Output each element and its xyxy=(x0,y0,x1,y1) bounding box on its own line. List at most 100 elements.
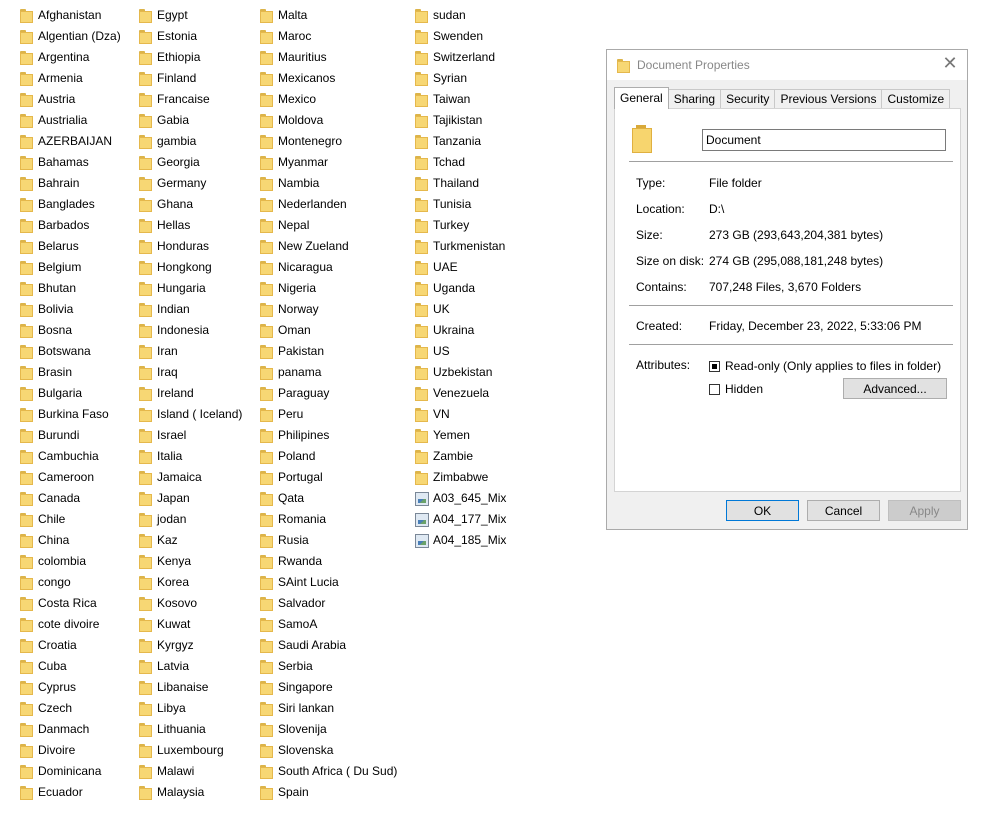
folder-item[interactable]: Korea xyxy=(139,572,242,593)
folder-item[interactable]: gambia xyxy=(139,131,242,152)
folder-item[interactable]: Mexicanos xyxy=(260,68,397,89)
folder-item[interactable]: Malaysia xyxy=(139,782,242,803)
folder-item[interactable]: Dominicana xyxy=(20,761,121,782)
folder-item[interactable]: Japan xyxy=(139,488,242,509)
folder-item[interactable]: US xyxy=(415,341,506,362)
folder-item[interactable]: Finland xyxy=(139,68,242,89)
folder-item[interactable]: Taiwan xyxy=(415,89,506,110)
folder-item[interactable]: Burkina Faso xyxy=(20,404,121,425)
folder-item[interactable]: Mauritius xyxy=(260,47,397,68)
folder-item[interactable]: Luxembourg xyxy=(139,740,242,761)
folder-item[interactable]: sudan xyxy=(415,5,506,26)
folder-item[interactable]: Algentian (Dza) xyxy=(20,26,121,47)
folder-item[interactable]: Maroc xyxy=(260,26,397,47)
folder-item[interactable]: Malawi xyxy=(139,761,242,782)
folder-item[interactable]: Bhutan xyxy=(20,278,121,299)
folder-item[interactable]: Italia xyxy=(139,446,242,467)
cancel-button[interactable]: Cancel xyxy=(807,500,880,521)
folder-item[interactable]: Gabia xyxy=(139,110,242,131)
folder-item[interactable]: Indian xyxy=(139,299,242,320)
folder-item[interactable]: Germany xyxy=(139,173,242,194)
folder-item[interactable]: Nambia xyxy=(260,173,397,194)
folder-item[interactable]: Slovenska xyxy=(260,740,397,761)
folder-item[interactable]: Nicaragua xyxy=(260,257,397,278)
folder-item[interactable]: Austrialia xyxy=(20,110,121,131)
hidden-checkbox[interactable] xyxy=(709,383,720,395)
folder-item[interactable]: Island ( Iceland) xyxy=(139,404,242,425)
folder-item[interactable]: Siri lankan xyxy=(260,698,397,719)
folder-item[interactable]: Qata xyxy=(260,488,397,509)
folder-item[interactable]: Kenya xyxy=(139,551,242,572)
apply-button[interactable]: Apply xyxy=(888,500,961,521)
folder-item[interactable]: Myanmar xyxy=(260,152,397,173)
advanced-button[interactable]: Advanced... xyxy=(843,378,947,399)
folder-item[interactable]: Switzerland xyxy=(415,47,506,68)
tab-security[interactable]: Security xyxy=(720,89,776,108)
folder-item[interactable]: Thailand xyxy=(415,173,506,194)
folder-item[interactable]: SAint Lucia xyxy=(260,572,397,593)
folder-item[interactable]: AZERBAIJAN xyxy=(20,131,121,152)
folder-item[interactable]: colombia xyxy=(20,551,121,572)
folder-name-input[interactable] xyxy=(702,129,946,151)
folder-item[interactable]: Ghana xyxy=(139,194,242,215)
folder-item[interactable]: Tajikistan xyxy=(415,110,506,131)
folder-item[interactable]: Rwanda xyxy=(260,551,397,572)
folder-item[interactable]: Jamaica xyxy=(139,467,242,488)
folder-item[interactable]: Iran xyxy=(139,341,242,362)
folder-item[interactable]: Belgium xyxy=(20,257,121,278)
readonly-checkbox-row[interactable]: Read-only (Only applies to files in fold… xyxy=(709,359,941,373)
folder-item[interactable]: Cyprus xyxy=(20,677,121,698)
folder-item[interactable]: Montenegro xyxy=(260,131,397,152)
folder-item[interactable]: Latvia xyxy=(139,656,242,677)
readonly-checkbox[interactable] xyxy=(709,360,720,372)
folder-item[interactable]: Kosovo xyxy=(139,593,242,614)
folder-item[interactable]: Romania xyxy=(260,509,397,530)
folder-item[interactable]: South Africa ( Du Sud) xyxy=(260,761,397,782)
folder-item[interactable]: Saudi Arabia xyxy=(260,635,397,656)
folder-item[interactable]: Cameroon xyxy=(20,467,121,488)
folder-item[interactable]: UAE xyxy=(415,257,506,278)
folder-item[interactable]: jodan xyxy=(139,509,242,530)
folder-item[interactable]: Norway xyxy=(260,299,397,320)
dialog-titlebar[interactable]: Document Properties ✕ xyxy=(607,50,967,80)
folder-item[interactable]: Peru xyxy=(260,404,397,425)
folder-item[interactable]: Nigeria xyxy=(260,278,397,299)
folder-item[interactable]: Nederlanden xyxy=(260,194,397,215)
folder-item[interactable]: congo xyxy=(20,572,121,593)
ok-button[interactable]: OK xyxy=(726,500,799,521)
folder-item[interactable]: Francaise xyxy=(139,89,242,110)
folder-item[interactable]: Bulgaria xyxy=(20,383,121,404)
folder-item[interactable]: Ethiopia xyxy=(139,47,242,68)
folder-item[interactable]: Uzbekistan xyxy=(415,362,506,383)
folder-item[interactable]: Burundi xyxy=(20,425,121,446)
folder-item[interactable]: Bosna xyxy=(20,320,121,341)
folder-item[interactable]: Uganda xyxy=(415,278,506,299)
folder-item[interactable]: Bolivia xyxy=(20,299,121,320)
tab-customize[interactable]: Customize xyxy=(881,89,951,108)
folder-item[interactable]: Moldova xyxy=(260,110,397,131)
file-item-image[interactable]: A03_645_Mix xyxy=(415,488,506,509)
folder-item[interactable]: Ecuador xyxy=(20,782,121,803)
folder-item[interactable]: Estonia xyxy=(139,26,242,47)
folder-item[interactable]: Zambie xyxy=(415,446,506,467)
file-item-image[interactable]: A04_177_Mix xyxy=(415,509,506,530)
folder-item[interactable]: Brasin xyxy=(20,362,121,383)
folder-item[interactable]: Malta xyxy=(260,5,397,26)
folder-item[interactable]: Armenia xyxy=(20,68,121,89)
folder-item[interactable]: Banglades xyxy=(20,194,121,215)
folder-item[interactable]: Honduras xyxy=(139,236,242,257)
folder-item[interactable]: Austria xyxy=(20,89,121,110)
folder-item[interactable]: Canada xyxy=(20,488,121,509)
folder-item[interactable]: Syrian xyxy=(415,68,506,89)
folder-item[interactable]: Kyrgyz xyxy=(139,635,242,656)
folder-item[interactable]: Botswana xyxy=(20,341,121,362)
folder-item[interactable]: Libanaise xyxy=(139,677,242,698)
folder-item[interactable]: Kuwat xyxy=(139,614,242,635)
folder-item[interactable]: Barbados xyxy=(20,215,121,236)
folder-item[interactable]: Turkey xyxy=(415,215,506,236)
tab-previous-versions[interactable]: Previous Versions xyxy=(774,89,883,108)
folder-item[interactable]: Spain xyxy=(260,782,397,803)
folder-item[interactable]: New Zueland xyxy=(260,236,397,257)
folder-item[interactable]: Costa Rica xyxy=(20,593,121,614)
folder-item[interactable]: Danmach xyxy=(20,719,121,740)
